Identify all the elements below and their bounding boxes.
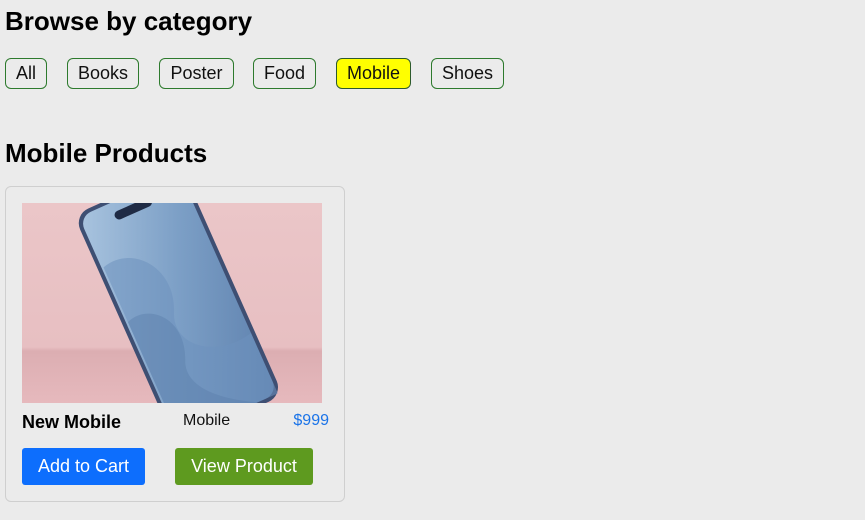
product-image bbox=[22, 203, 322, 403]
category-button-shoes[interactable]: Shoes bbox=[431, 58, 504, 89]
category-button-mobile[interactable]: Mobile bbox=[336, 58, 411, 89]
products-title: Mobile Products bbox=[5, 138, 208, 168]
product-price: $999 bbox=[293, 412, 329, 429]
product-category: Mobile bbox=[183, 412, 231, 429]
category-button-all[interactable]: All bbox=[5, 58, 47, 89]
category-filter-bar: All Books Poster Food Mobile Shoes bbox=[5, 58, 705, 89]
product-name: New Mobile bbox=[22, 412, 122, 432]
category-button-food[interactable]: Food bbox=[253, 58, 316, 89]
page: Browse by category All Books Poster Food… bbox=[0, 0, 865, 520]
product-card: New Mobile Mobile $999 Add to Cart View … bbox=[5, 186, 345, 502]
browse-title: Browse by category bbox=[5, 6, 253, 36]
category-button-books[interactable]: Books bbox=[67, 58, 139, 89]
add-to-cart-button[interactable]: Add to Cart bbox=[22, 448, 145, 485]
smartphone-photo bbox=[22, 203, 322, 403]
category-button-poster[interactable]: Poster bbox=[159, 58, 234, 89]
view-product-button[interactable]: View Product bbox=[175, 448, 313, 485]
